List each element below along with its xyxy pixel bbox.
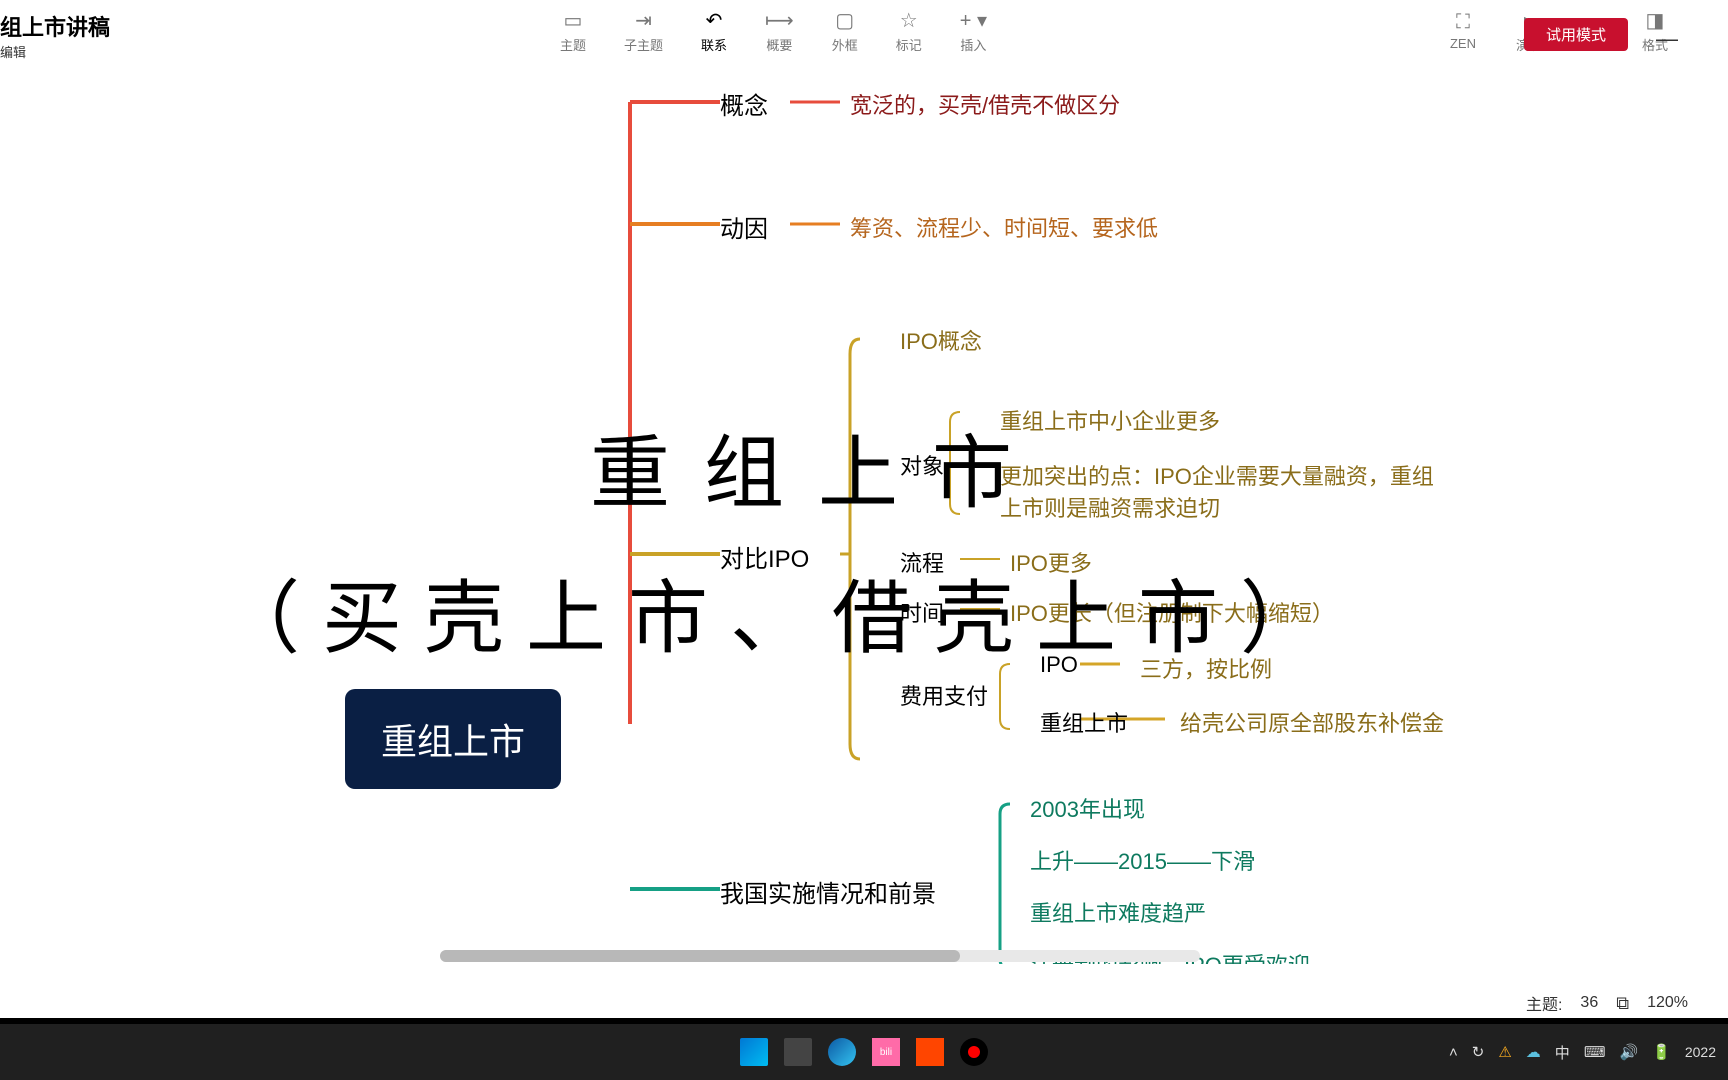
connector-lines	[0, 64, 1728, 964]
node-motive-detail[interactable]: 筹资、流程少、时间短、要求低	[850, 211, 1158, 243]
volume-icon[interactable]: 🔊	[1619, 1043, 1638, 1061]
topic-count: 36	[1580, 994, 1598, 1012]
topic-button[interactable]: ▭主题	[560, 8, 586, 54]
summary-button[interactable]: ⟼概要	[765, 8, 794, 54]
cloud-icon[interactable]: ☁	[1526, 1043, 1541, 1061]
node-sit-c2[interactable]: 上升——2015——下滑	[1030, 844, 1255, 876]
root-node[interactable]: 重组上市	[345, 689, 561, 789]
edge-button[interactable]	[824, 1034, 860, 1070]
node-sit-c3[interactable]: 重组上市难度趋严	[1030, 896, 1206, 928]
document-subtitle: 编辑	[0, 42, 110, 61]
node-time[interactable]: 时间	[900, 596, 944, 628]
subtopic-icon: ⇥	[635, 8, 652, 33]
node-cost-ipo-val[interactable]: 三方，按比例	[1140, 652, 1272, 684]
task-view-button[interactable]	[780, 1034, 816, 1070]
node-cost-restr-val[interactable]: 给壳公司原全部股东补偿金	[1180, 706, 1444, 738]
boundary-icon: ▢	[835, 8, 854, 33]
node-process[interactable]: 流程	[900, 546, 944, 578]
zen-icon: ⛶	[1456, 11, 1470, 34]
marker-button[interactable]: ☆标记	[896, 8, 922, 54]
ime-icon[interactable]: 中	[1555, 1042, 1570, 1063]
node-target-d1[interactable]: 重组上市中小企业更多	[1000, 404, 1220, 436]
status-bar: 主题: 36 ⧉ 120%	[0, 988, 1728, 1018]
battery-icon[interactable]: 🔋	[1652, 1043, 1671, 1061]
node-concept-detail[interactable]: 宽泛的，买壳/借壳不做区分	[850, 88, 1120, 120]
clock-year[interactable]: 2022	[1685, 1044, 1716, 1060]
start-button[interactable]	[736, 1034, 772, 1070]
topic-icon: ▭	[564, 8, 583, 33]
xmind-button[interactable]	[912, 1034, 948, 1070]
node-time-d[interactable]: IPO更长（但注册制下大幅缩短）	[1010, 596, 1334, 628]
minimize-button[interactable]: —	[1656, 26, 1678, 52]
record-button[interactable]	[956, 1034, 992, 1070]
node-compare-ipo[interactable]: 对比IPO	[720, 539, 809, 574]
star-icon: ☆	[900, 8, 918, 33]
zoom-level[interactable]: 120%	[1647, 994, 1688, 1012]
relation-button[interactable]: ↶联系	[701, 8, 727, 54]
mindmap-canvas[interactable]: 重组上市 概念 宽泛的，买壳/借壳不做区分 动因 筹资、流程少、时间短、要求低 …	[0, 64, 1728, 964]
relation-icon: ↶	[706, 8, 723, 33]
scrollbar-thumb[interactable]	[440, 950, 960, 962]
bilibili-button[interactable]: bili	[868, 1034, 904, 1070]
trial-mode-button[interactable]: 试用模式	[1524, 18, 1628, 51]
node-motive[interactable]: 动因	[720, 209, 768, 244]
node-cost-restr[interactable]: 重组上市	[1040, 706, 1128, 738]
warning-icon[interactable]: ⚠	[1498, 1043, 1511, 1061]
node-sit-c1[interactable]: 2003年出现	[1030, 792, 1145, 824]
node-process-d[interactable]: IPO更多	[1010, 546, 1092, 578]
topic-count-label: 主题:	[1526, 991, 1562, 1015]
node-ipo-concept[interactable]: IPO概念	[900, 324, 982, 356]
node-target[interactable]: 对象	[900, 449, 944, 481]
sync-icon[interactable]: ↻	[1472, 1043, 1485, 1061]
summary-icon: ⟼	[765, 8, 794, 33]
node-target-d2[interactable]: 更加突出的点：IPO企业需要大量融资，重组上市则是融资需求迫切	[1000, 459, 1440, 523]
zen-button[interactable]: ⛶ZEN	[1450, 11, 1476, 51]
document-title: 组上市讲稿	[0, 10, 110, 42]
node-situation[interactable]: 我国实施情况和前景	[720, 874, 936, 909]
horizontal-scrollbar[interactable]	[440, 950, 1200, 962]
node-cost-ipo[interactable]: IPO	[1040, 652, 1078, 678]
keyboard-icon[interactable]: ⌨	[1584, 1043, 1606, 1061]
subtopic-button[interactable]: ⇥子主题	[624, 8, 663, 54]
overlay-title-1: 重组上市	[590, 409, 1046, 525]
node-cost[interactable]: 费用支付	[900, 679, 988, 711]
plus-icon: + ▾	[960, 8, 987, 33]
app-toolbar: 组上市讲稿 编辑 ▭主题 ⇥子主题 ↶联系 ⟼概要 ▢外框 ☆标记 + ▾插入 …	[0, 0, 1728, 64]
boundary-button[interactable]: ▢外框	[832, 8, 858, 54]
insert-button[interactable]: + ▾插入	[960, 8, 987, 54]
windows-taskbar: bili ˄ ↻ ⚠ ☁ 中 ⌨ 🔊 🔋 2022	[0, 1024, 1728, 1080]
node-concept[interactable]: 概念	[720, 86, 768, 121]
outline-icon[interactable]: ⧉	[1616, 993, 1629, 1014]
chevron-up-icon[interactable]: ˄	[1449, 1044, 1458, 1061]
